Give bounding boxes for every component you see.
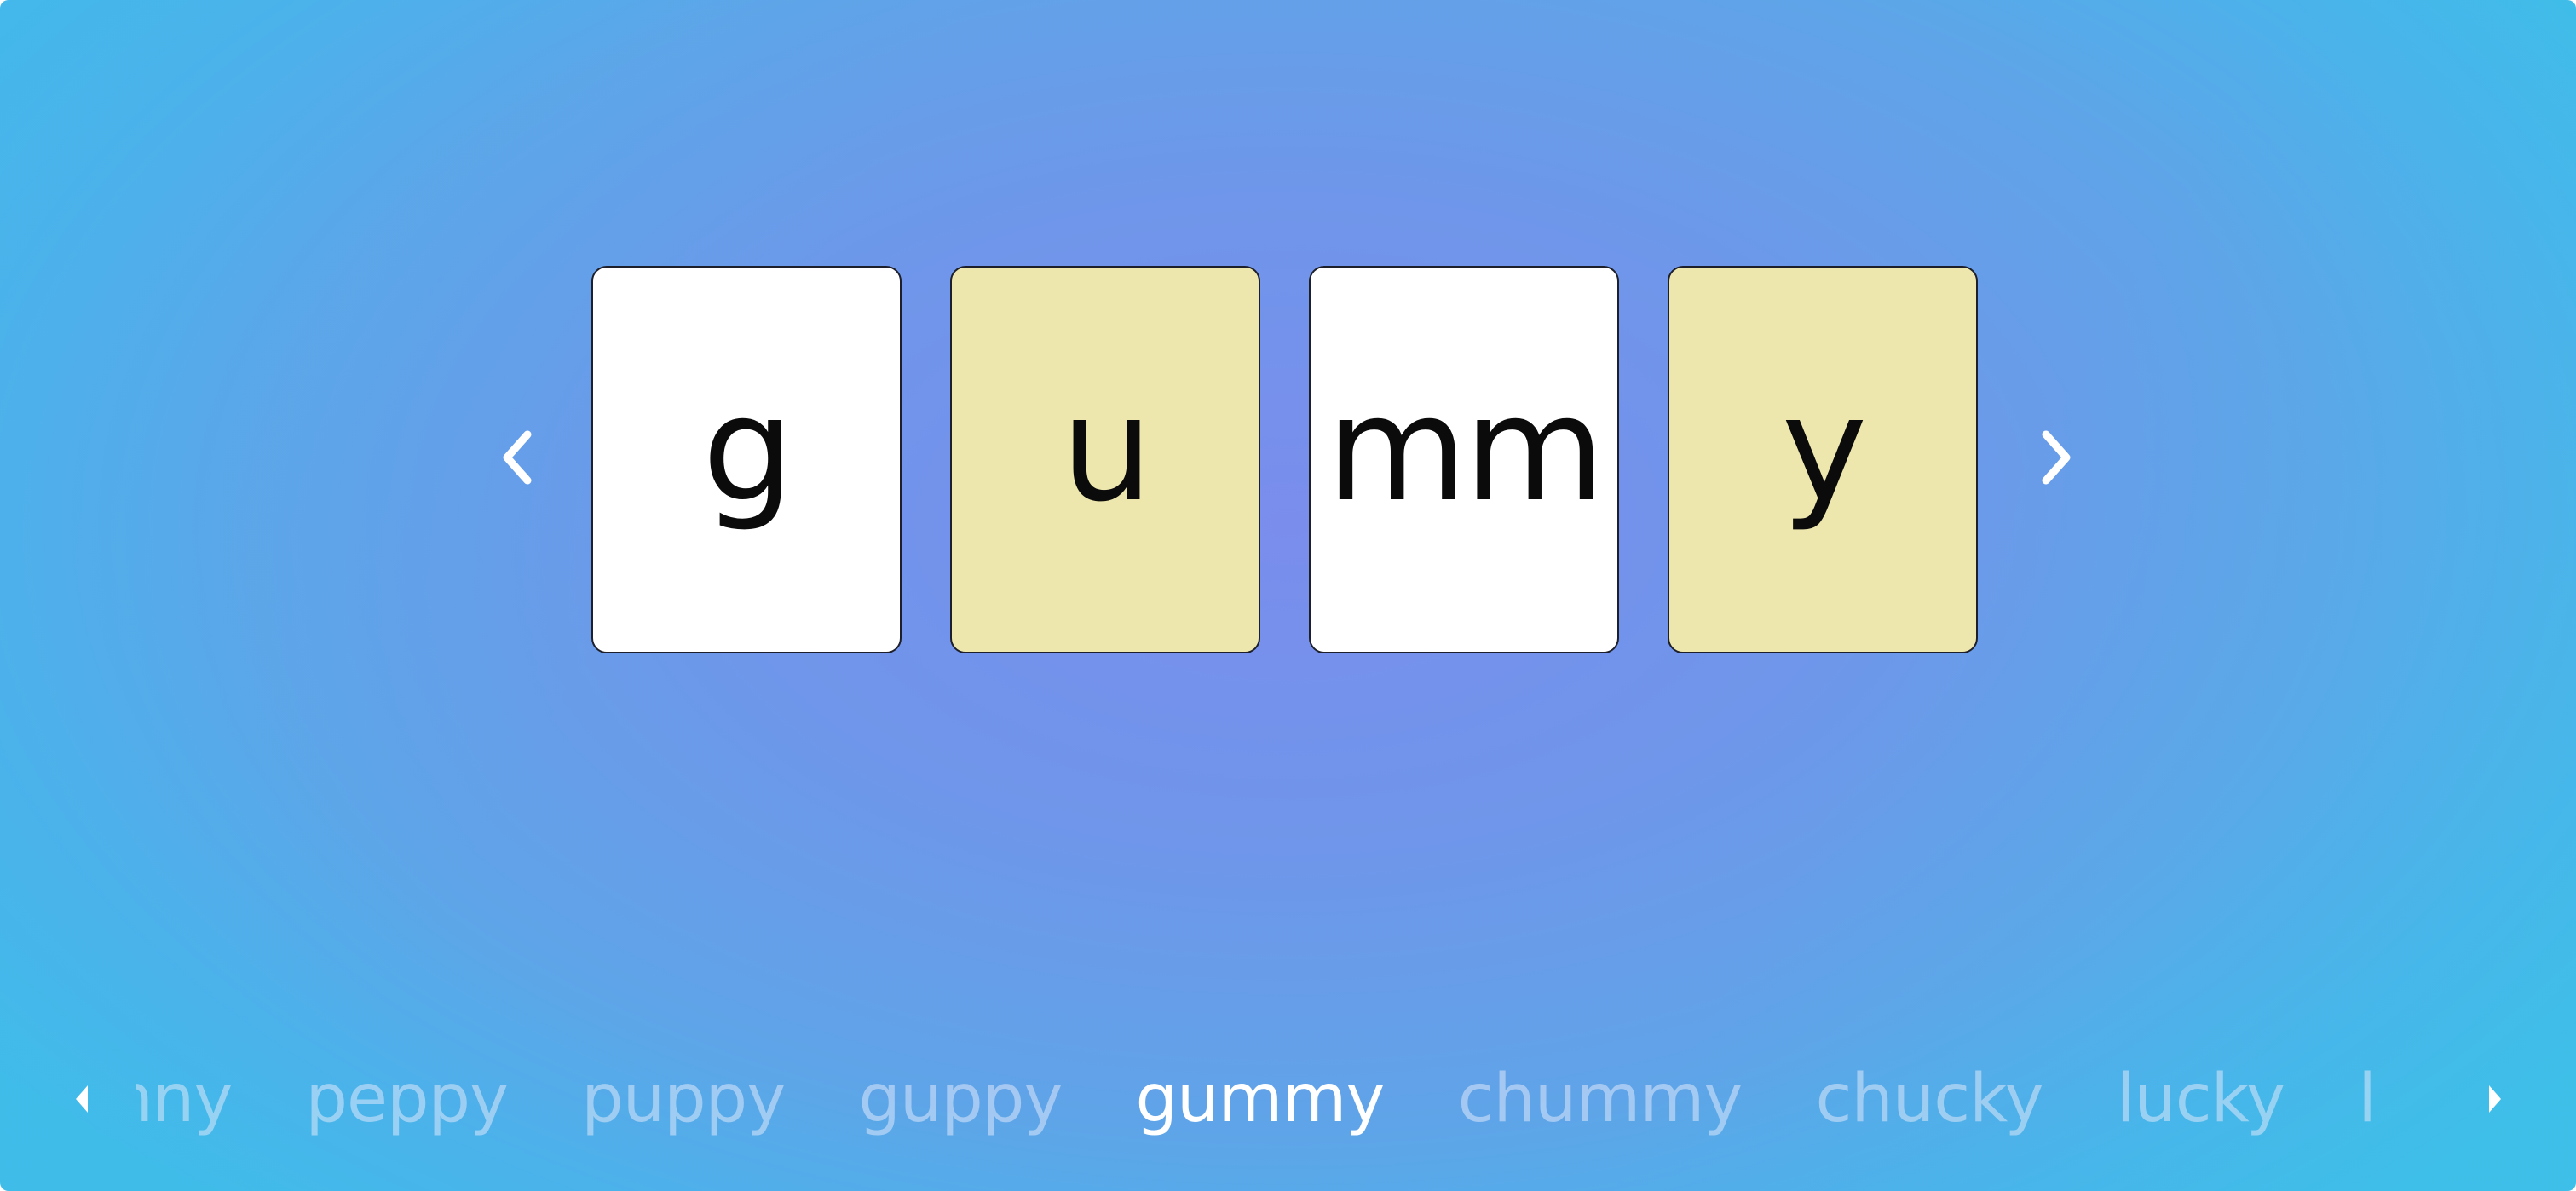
previous-button[interactable] [487, 419, 547, 496]
card-text: u [1061, 365, 1153, 534]
word-item[interactable]: chucky [1815, 1061, 2043, 1137]
letter-card-row: g u mm y [591, 266, 1978, 653]
next-button[interactable] [2026, 419, 2086, 496]
triangle-right-icon [2489, 1085, 2501, 1113]
word-item-active[interactable]: gummy [1136, 1061, 1386, 1137]
letter-card[interactable]: g [591, 266, 902, 653]
word-item[interactable]: guppy [858, 1061, 1063, 1137]
word-item[interactable]: penny [136, 1061, 233, 1137]
letter-card[interactable]: u [950, 266, 1260, 653]
chevron-left-icon [503, 430, 532, 485]
word-item[interactable]: lucky [2117, 1061, 2286, 1137]
word-strip-prev-button[interactable] [65, 1075, 99, 1123]
letter-card[interactable]: mm [1309, 266, 1619, 653]
card-text: mm [1326, 365, 1605, 534]
word-item[interactable]: chummy [1458, 1061, 1743, 1137]
chevron-right-icon [2042, 430, 2071, 485]
letter-card[interactable]: y [1668, 266, 1978, 653]
word-strip-next-button[interactable] [2478, 1075, 2512, 1123]
word-strip: penny peppy puppy guppy gummy chummy chu… [0, 1048, 2576, 1150]
word-item[interactable]: l [2358, 1061, 2377, 1137]
card-text: y [1781, 365, 1868, 534]
word-strip-track: penny peppy puppy guppy gummy chummy chu… [136, 1048, 2377, 1150]
app-stage: g u mm y penny peppy puppy guppy gummy c… [0, 0, 2576, 1191]
word-item[interactable]: puppy [581, 1061, 786, 1137]
card-text: g [702, 365, 794, 534]
word-strip-viewport: penny peppy puppy guppy gummy chummy chu… [136, 1048, 2420, 1150]
triangle-left-icon [76, 1085, 88, 1113]
word-item[interactable]: peppy [306, 1061, 510, 1137]
